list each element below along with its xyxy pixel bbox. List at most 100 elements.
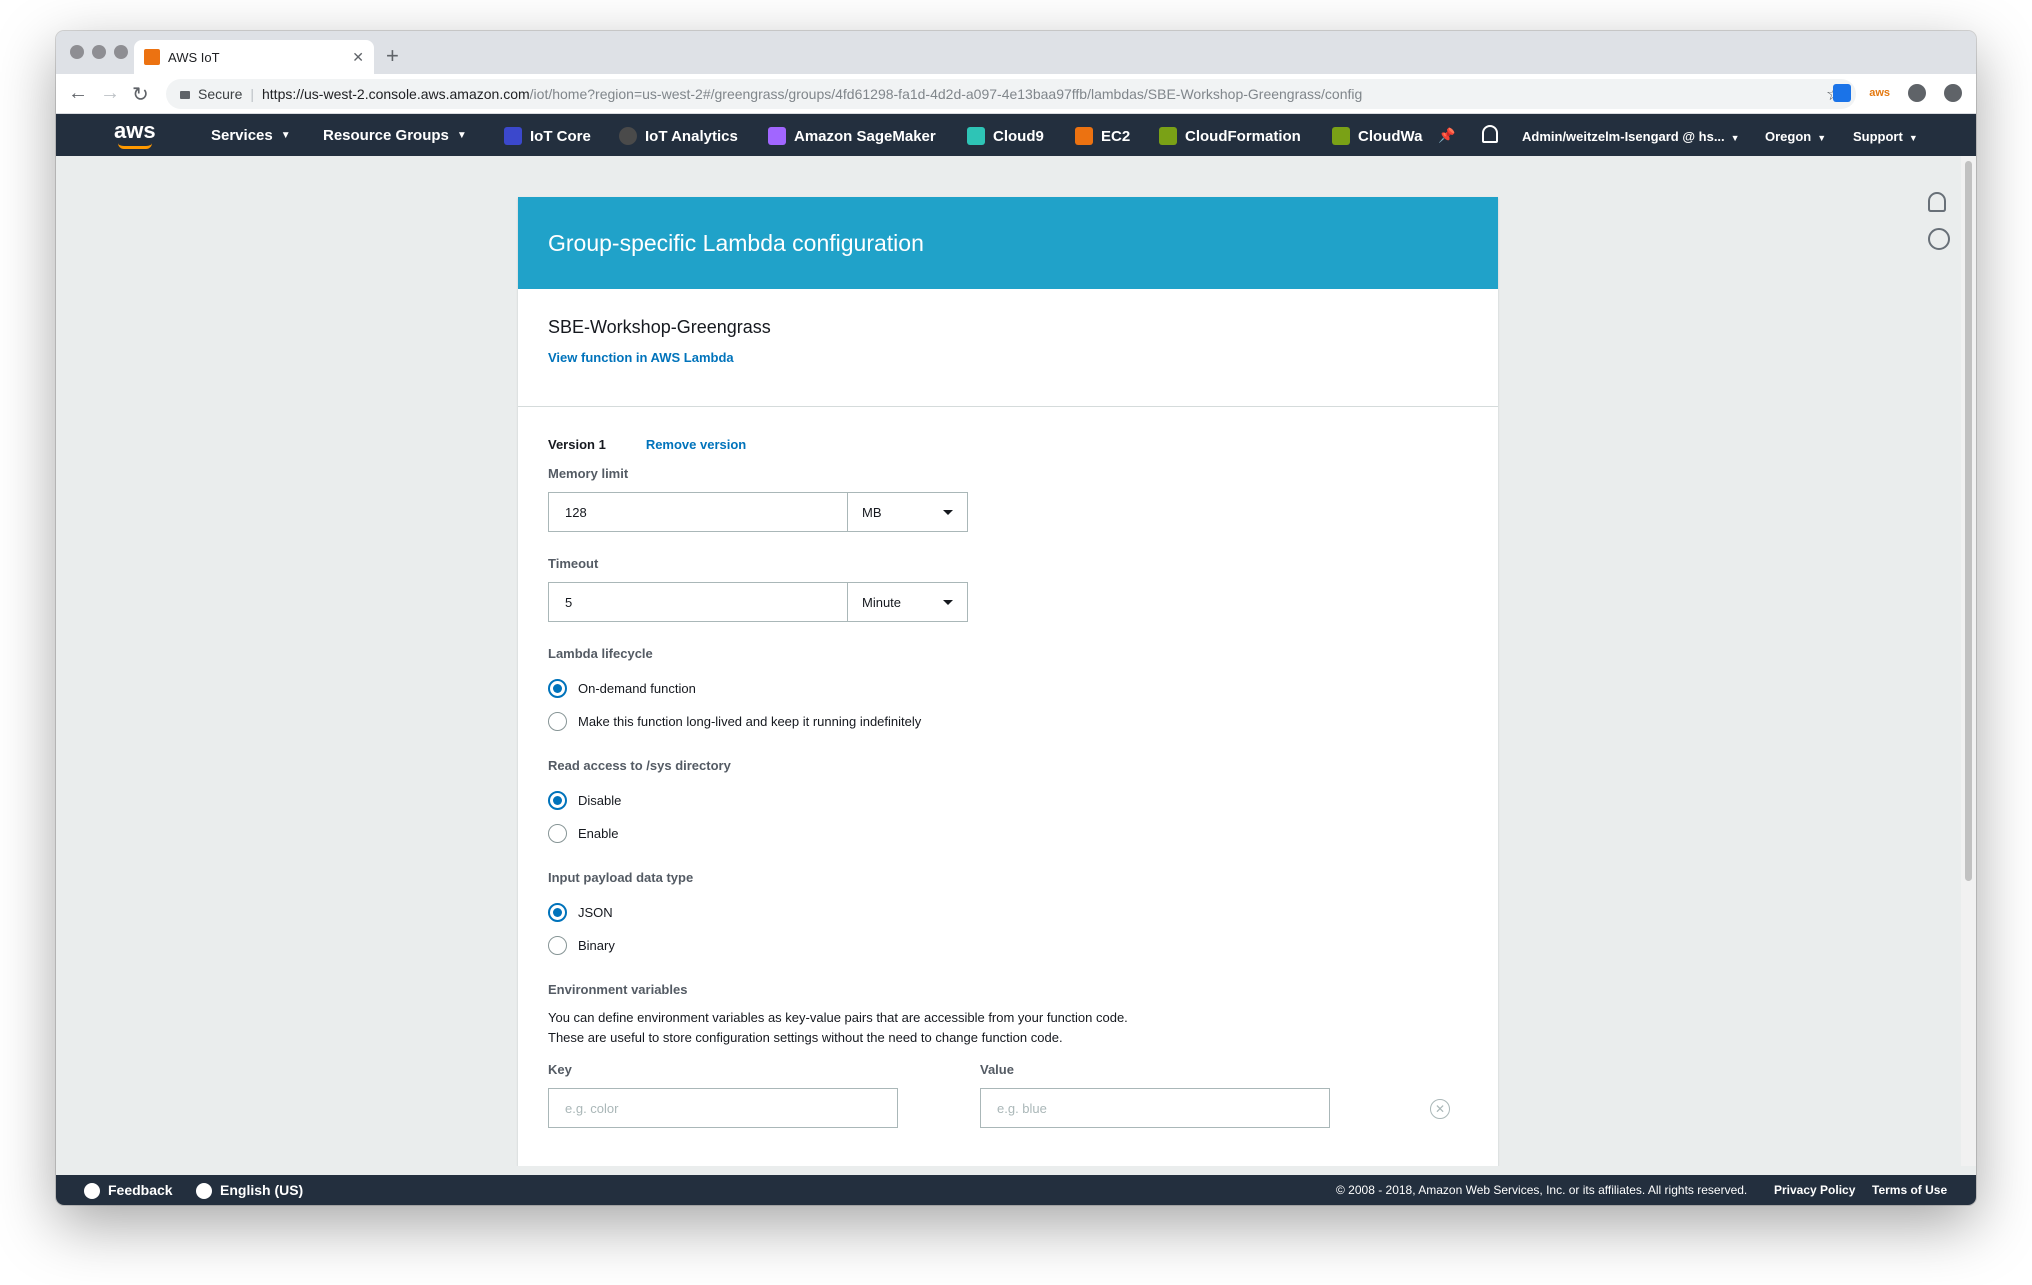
- lifecycle-group: Lambda lifecycle On-demand function Make…: [548, 646, 1468, 738]
- tab-title: AWS IoT: [168, 49, 220, 65]
- close-window-button[interactable]: [70, 45, 84, 59]
- copyright-text: © 2008 - 2018, Amazon Web Services, Inc.…: [1336, 1183, 1748, 1197]
- env-vars-group: Environment variables You can define env…: [548, 982, 1468, 1128]
- key-label: Key: [548, 1062, 572, 1077]
- value-label: Value: [980, 1062, 1014, 1077]
- radio-selected-icon[interactable]: [548, 679, 567, 698]
- function-summary: SBE-Workshop-Greengrass View function in…: [518, 289, 1498, 407]
- timeout-unit-value: Minute: [862, 594, 902, 610]
- chevron-down-icon: ▼: [1817, 133, 1827, 143]
- reload-icon[interactable]: ↻: [132, 82, 149, 107]
- aws-logo[interactable]: aws: [114, 118, 158, 144]
- page-scrollbar[interactable]: [1961, 156, 1976, 1166]
- amazon-extension-icon[interactable]: aws: [1869, 87, 1890, 99]
- lambda-config-card: Group-specific Lambda configuration SBE-…: [518, 197, 1498, 1166]
- tab-strip: AWS IoT ✕ +: [56, 31, 1976, 74]
- side-notification-bell-icon[interactable]: [1928, 192, 1946, 212]
- feedback-label: Feedback: [108, 1182, 173, 1198]
- back-arrow-icon[interactable]: ←: [68, 82, 88, 105]
- shortcut-cloud9[interactable]: Cloud9: [967, 127, 1044, 145]
- env-vars-label: Environment variables: [548, 982, 688, 997]
- tab-close-icon[interactable]: ✕: [352, 49, 364, 66]
- env-key-input[interactable]: [548, 1088, 898, 1128]
- browser-toolbar: ← → ↻ Secure | https://us-west-2.console…: [56, 74, 1976, 114]
- sys-access-label: Read access to /sys directory: [548, 758, 731, 773]
- browser-tab[interactable]: AWS IoT ✕: [134, 40, 374, 74]
- forward-arrow-icon[interactable]: →: [100, 82, 120, 105]
- main-content: Group-specific Lambda configuration SBE-…: [56, 156, 1961, 1166]
- shortcut-cloudformation[interactable]: CloudFormation: [1159, 127, 1301, 145]
- memory-unit-select[interactable]: MB: [848, 492, 968, 532]
- feedback-link[interactable]: Feedback: [84, 1182, 173, 1200]
- radio-unselected-icon[interactable]: [548, 712, 567, 731]
- radio-unselected-icon[interactable]: [548, 936, 567, 955]
- timeout-label: Timeout: [548, 556, 599, 571]
- iot-core-icon: [504, 127, 522, 145]
- env-value-input[interactable]: [980, 1088, 1330, 1128]
- remove-version-link[interactable]: Remove version: [646, 437, 746, 452]
- dropdown-caret-icon: [943, 599, 953, 605]
- radio-label: Binary: [578, 938, 615, 953]
- remove-env-var-icon[interactable]: ✕: [1430, 1099, 1450, 1119]
- timeout-unit-select[interactable]: Minute: [848, 582, 968, 622]
- address-bar[interactable]: Secure | https://us-west-2.console.aws.a…: [166, 79, 1856, 109]
- shortcut-label: EC2: [1101, 127, 1131, 145]
- timeout-row: 5 Minute: [548, 582, 1468, 622]
- shortcut-label: IoT Core: [530, 127, 591, 145]
- radio-label: Disable: [578, 793, 622, 808]
- shortcut-label: CloudWa: [1358, 127, 1423, 145]
- lifecycle-option-on-demand[interactable]: On-demand function: [548, 672, 1468, 705]
- scrollbar-thumb[interactable]: [1965, 161, 1972, 881]
- shortcut-sagemaker[interactable]: Amazon SageMaker: [768, 127, 936, 145]
- side-health-pulse-icon[interactable]: [1928, 228, 1950, 250]
- memory-limit-label: Memory limit: [548, 466, 629, 481]
- memory-limit-input[interactable]: 128: [548, 492, 848, 532]
- services-menu[interactable]: Services ▼: [211, 127, 291, 144]
- chevron-down-icon: ▼: [280, 130, 291, 141]
- radio-selected-icon[interactable]: [548, 903, 567, 922]
- terms-of-use-link[interactable]: Terms of Use: [1872, 1183, 1947, 1197]
- shortcut-iot-core[interactable]: IoT Core: [504, 127, 591, 145]
- maximize-window-button[interactable]: [114, 45, 128, 59]
- chevron-down-icon: ▼: [1908, 133, 1918, 143]
- cloud9-icon: [967, 127, 985, 145]
- shortcut-cloudwatch[interactable]: CloudWa: [1332, 127, 1422, 145]
- shortcut-ec2[interactable]: EC2: [1075, 127, 1130, 145]
- profile-icon[interactable]: [1908, 84, 1926, 102]
- payload-option-json[interactable]: JSON: [548, 896, 1468, 929]
- radio-selected-icon[interactable]: [548, 791, 567, 810]
- value-column: Value: [980, 1062, 1330, 1128]
- sys-option-disable[interactable]: Disable: [548, 784, 1468, 817]
- lifecycle-option-long-lived[interactable]: Make this function long-lived and keep i…: [548, 705, 1468, 738]
- notifications-bell-icon[interactable]: [1482, 125, 1498, 143]
- pin-icon[interactable]: 📌: [1438, 127, 1455, 144]
- timeout-input[interactable]: 5: [548, 582, 848, 622]
- radio-unselected-icon[interactable]: [548, 824, 567, 843]
- memory-unit-value: MB: [862, 504, 882, 520]
- radio-label: On-demand function: [578, 681, 696, 696]
- new-tab-button[interactable]: +: [386, 43, 399, 69]
- support-menu[interactable]: Support ▼: [1853, 129, 1918, 144]
- account-menu[interactable]: Admin/weitzelm-Isengard @ hs... ▼: [1522, 129, 1740, 144]
- resource-groups-menu[interactable]: Resource Groups ▼: [323, 127, 467, 144]
- page-title: Group-specific Lambda configuration: [518, 197, 1498, 289]
- window-controls: [70, 45, 128, 59]
- shortcut-iot-analytics[interactable]: IoT Analytics: [619, 127, 738, 145]
- iot-analytics-icon: [619, 127, 637, 145]
- url-host: https://us-west-2.console.aws.amazon.com: [262, 86, 530, 102]
- lifecycle-label: Lambda lifecycle: [548, 646, 653, 661]
- language-selector[interactable]: English (US): [196, 1182, 303, 1200]
- version-row: Version 1 Remove version: [548, 437, 1468, 452]
- view-function-link[interactable]: View function in AWS Lambda: [548, 350, 1468, 365]
- minimize-window-button[interactable]: [92, 45, 106, 59]
- payload-option-binary[interactable]: Binary: [548, 929, 1468, 962]
- aws-iot-favicon-icon: [144, 49, 160, 65]
- globe-icon: [196, 1183, 212, 1200]
- account-label: Admin/weitzelm-Isengard @ hs...: [1522, 129, 1725, 144]
- privacy-policy-link[interactable]: Privacy Policy: [1774, 1183, 1855, 1197]
- sys-option-enable[interactable]: Enable: [548, 817, 1468, 850]
- config-form: Version 1 Remove version Memory limit 12…: [518, 407, 1498, 1166]
- extension-icon[interactable]: [1833, 84, 1852, 102]
- region-menu[interactable]: Oregon ▼: [1765, 129, 1826, 144]
- menu-icon[interactable]: [1944, 84, 1962, 102]
